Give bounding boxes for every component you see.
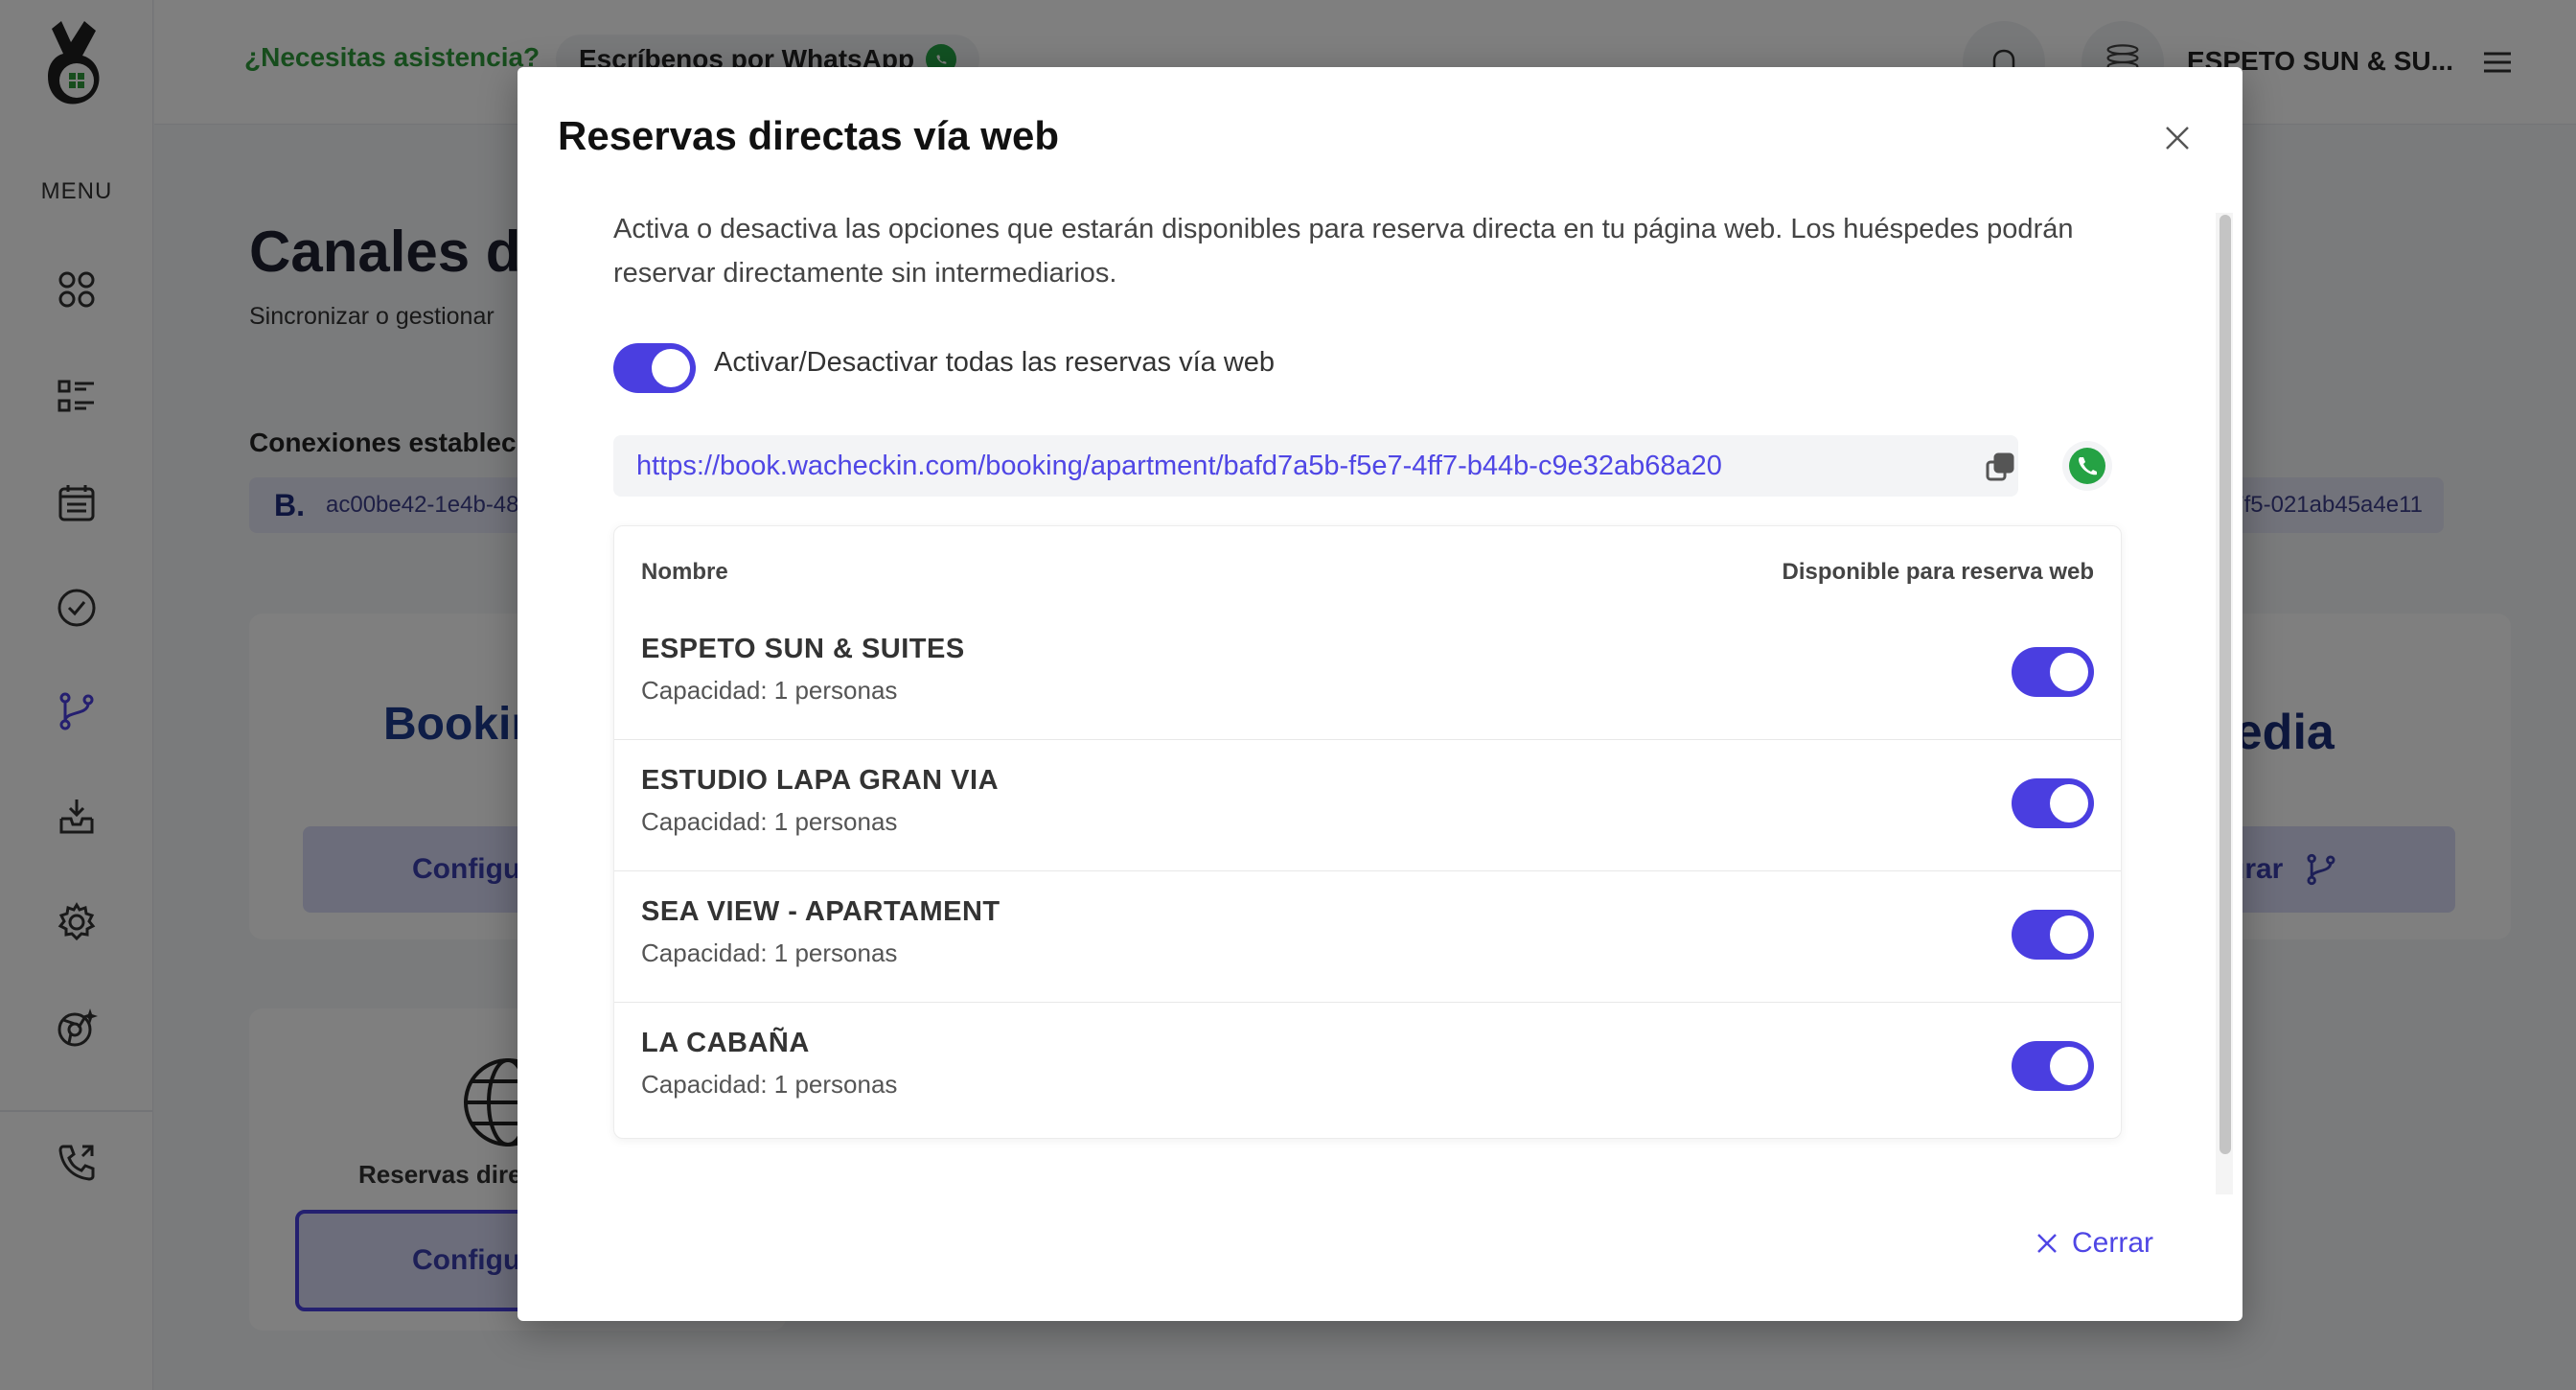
- column-header-available: Disponible para reserva web: [1782, 559, 2094, 585]
- master-toggle[interactable]: [613, 343, 696, 393]
- booking-url-field[interactable]: https://book.wacheckin.com/booking/apart…: [613, 435, 2018, 497]
- whatsapp-icon: [2069, 448, 2105, 484]
- table-row: LA CABAÑA Capacidad: 1 personas: [614, 1002, 2121, 1132]
- accommodations-table: Nombre Disponible para reserva web ESPET…: [613, 525, 2122, 1139]
- close-button-label: Cerrar: [2072, 1227, 2154, 1259]
- availability-toggle[interactable]: [2012, 910, 2094, 960]
- table-row: SEA VIEW - APARTAMENT Capacidad: 1 perso…: [614, 870, 2121, 1001]
- whatsapp-share-button[interactable]: [2062, 441, 2112, 491]
- booking-url[interactable]: https://book.wacheckin.com/booking/apart…: [636, 451, 1722, 482]
- availability-toggle[interactable]: [2012, 778, 2094, 828]
- close-button[interactable]: Cerrar: [2036, 1227, 2153, 1260]
- master-toggle-label: Activar/Desactivar todas las reservas ví…: [714, 347, 1276, 378]
- availability-toggle[interactable]: [2012, 647, 2094, 697]
- accommodation-name: ESTUDIO LAPA GRAN VIA: [641, 765, 1000, 796]
- modal-title: Reservas directas vía web: [558, 113, 1059, 158]
- scrollbar-thumb[interactable]: [2220, 215, 2231, 1154]
- accommodation-capacity: Capacidad: 1 personas: [641, 938, 898, 967]
- accommodation-capacity: Capacidad: 1 personas: [641, 1070, 898, 1099]
- close-icon[interactable]: [2156, 117, 2198, 159]
- accommodation-name: LA CABAÑA: [641, 1028, 810, 1058]
- accommodation-name: SEA VIEW - APARTAMENT: [641, 896, 1000, 927]
- web-reservations-modal: Reservas directas vía web Activa o desac…: [518, 67, 2242, 1321]
- close-icon: [2037, 1234, 2057, 1253]
- availability-toggle[interactable]: [2012, 1041, 2094, 1091]
- accommodation-capacity: Capacidad: 1 personas: [641, 807, 898, 836]
- accommodation-capacity: Capacidad: 1 personas: [641, 676, 898, 705]
- copy-icon[interactable]: [1984, 451, 2016, 483]
- table-row: ESTUDIO LAPA GRAN VIA Capacidad: 1 perso…: [614, 739, 2121, 869]
- modal-description: Activa o desactiva las opciones que esta…: [613, 214, 2074, 289]
- accommodation-name: ESPETO SUN & SUITES: [641, 634, 965, 664]
- table-row: ESPETO SUN & SUITES Capacidad: 1 persona…: [614, 609, 2121, 739]
- column-header-name: Nombre: [641, 559, 728, 585]
